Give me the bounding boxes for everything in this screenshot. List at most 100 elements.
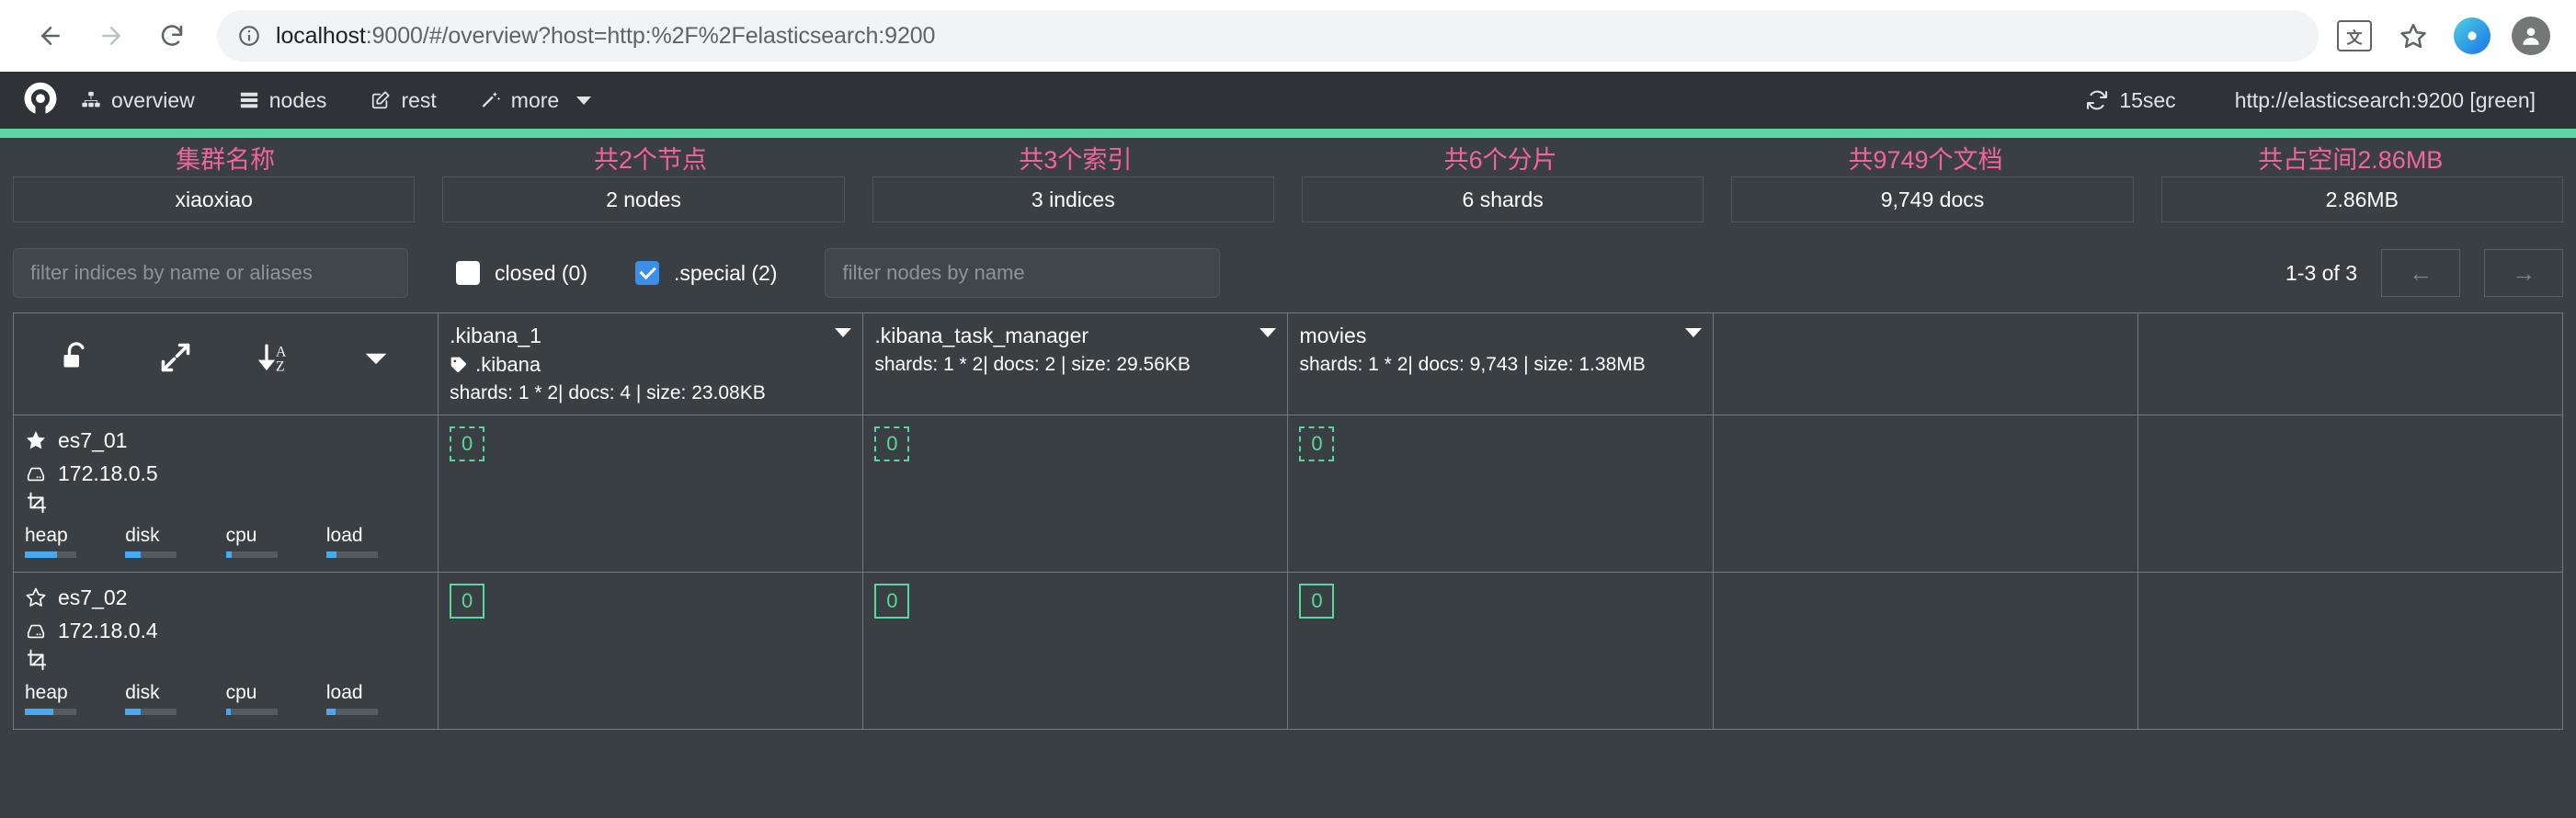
metric-label: disk: [125, 523, 225, 548]
metric-bar: [125, 709, 177, 715]
shard-badge[interactable]: 0: [450, 584, 484, 619]
annotation-shards: 共6个分片: [1288, 140, 1713, 176]
expand-arrows-icon[interactable]: [159, 341, 192, 374]
cerebro-logo[interactable]: [20, 80, 61, 120]
forward-arrow-icon: [97, 22, 125, 50]
caret-down-icon[interactable]: [1685, 328, 1702, 337]
closed-checkbox[interactable]: [456, 261, 480, 285]
cluster-table: AZ .kibana_1 .kiban: [13, 312, 2563, 730]
closed-label: closed (0): [495, 261, 587, 286]
nav-item-more[interactable]: more: [459, 72, 613, 129]
empty-cell: [2137, 415, 2562, 572]
shard-badge[interactable]: 0: [450, 426, 484, 461]
node-info-cell[interactable]: es7_02 172.18.0.4: [14, 572, 439, 729]
data-node-icon: [25, 492, 49, 516]
shard-badge[interactable]: 0: [1299, 426, 1334, 461]
nav-item-overview[interactable]: overview: [81, 72, 217, 129]
empty-cell: [2137, 572, 2562, 729]
table-corner-cell: AZ: [14, 313, 439, 415]
sitemap-icon: [81, 90, 101, 110]
metric-disk[interactable]: disk: [125, 680, 225, 715]
cluster-url-label[interactable]: http://elasticsearch:9200 [green]: [2211, 88, 2556, 113]
pagination-prev-button[interactable]: ←: [2381, 249, 2460, 297]
url-text: localhost:9000/#/overview?host=http:%2F%…: [276, 23, 935, 50]
address-bar[interactable]: localhost:9000/#/overview?host=http:%2F%…: [217, 10, 2319, 62]
cluster-health-bar: [0, 129, 2576, 138]
caret-down-icon[interactable]: [1260, 328, 1276, 337]
metric-heap[interactable]: heap: [25, 680, 125, 715]
pagination: 1-3 of 3 ← →: [2285, 249, 2563, 297]
translate-button[interactable]: 文: [2331, 13, 2377, 59]
index-header-cell[interactable]: .kibana_1 .kibana shards: 1 * 2| docs: 4…: [439, 313, 863, 415]
sort-alpha-down-icon[interactable]: AZ: [257, 339, 294, 376]
annotation-indices: 共3个索引: [863, 140, 1288, 176]
empty-header-cell: [2137, 313, 2562, 415]
nav-item-rest[interactable]: rest: [348, 72, 458, 129]
node-role-line: [25, 492, 427, 516]
nav-item-nodes[interactable]: nodes: [217, 72, 349, 129]
node-row: es7_02 172.18.0.4: [14, 572, 2563, 729]
empty-cell: [1713, 572, 2137, 729]
nav-label-nodes: nodes: [269, 72, 327, 129]
profile-button[interactable]: [2508, 13, 2554, 59]
shard-cell[interactable]: 0: [439, 415, 863, 572]
shard-cell[interactable]: 0: [863, 415, 1288, 572]
svg-text:Z: Z: [276, 358, 285, 374]
special-filter-toggle[interactable]: .special (2): [635, 261, 777, 286]
star-outline-icon[interactable]: [25, 586, 47, 608]
stat-nodes: 2 nodes: [442, 176, 844, 222]
index-name: movies: [1299, 323, 1701, 349]
extension-button[interactable]: [2449, 13, 2495, 59]
empty-header-cell: [1713, 313, 2137, 415]
metric-load[interactable]: load: [326, 680, 427, 715]
caret-down-icon[interactable]: [835, 328, 851, 337]
shard-cell[interactable]: 0: [863, 572, 1288, 729]
metric-bar: [125, 551, 177, 558]
annotation-size: 共占空间2.86MB: [2138, 140, 2563, 176]
navbar-right: 15sec http://elasticsearch:9200 [green]: [2062, 88, 2556, 113]
indices-filter-input[interactable]: [13, 248, 408, 298]
star-filled-icon[interactable]: [25, 429, 47, 451]
metric-load[interactable]: load: [326, 523, 427, 558]
metric-bar: [326, 551, 378, 558]
info-circle-icon[interactable]: [237, 24, 261, 48]
special-label: .special (2): [674, 261, 777, 286]
index-meta: shards: 1 * 2| docs: 4 | size: 23.08KB: [450, 381, 851, 406]
metric-disk[interactable]: disk: [125, 523, 225, 558]
annotation-docs: 共9749个文档: [1713, 140, 2137, 176]
forward-button[interactable]: [83, 7, 140, 64]
refresh-icon: [2086, 89, 2108, 111]
special-checkbox[interactable]: [635, 261, 659, 285]
shard-cell[interactable]: 0: [439, 572, 863, 729]
index-name: .kibana_1: [450, 323, 851, 349]
shard-cell[interactable]: 0: [1288, 572, 1713, 729]
nav-label-rest: rest: [401, 72, 436, 129]
browser-toolbar: localhost:9000/#/overview?host=http:%2F%…: [0, 0, 2576, 72]
metric-label: heap: [25, 523, 125, 548]
translate-glyph: 文: [2347, 25, 2363, 48]
metric-heap[interactable]: heap: [25, 523, 125, 558]
refresh-interval-selector[interactable]: 15sec: [2062, 88, 2210, 113]
shard-badge[interactable]: 0: [874, 426, 909, 461]
closed-filter-toggle[interactable]: closed (0): [456, 261, 587, 286]
back-button[interactable]: [22, 7, 79, 64]
reload-button[interactable]: [143, 7, 200, 64]
metric-label: load: [326, 680, 427, 705]
bookmark-button[interactable]: [2390, 13, 2436, 59]
metric-cpu[interactable]: cpu: [226, 523, 326, 558]
unlock-icon[interactable]: [60, 341, 93, 374]
shard-cell[interactable]: 0: [1288, 415, 1713, 572]
shard-badge[interactable]: 0: [1299, 584, 1334, 619]
index-header-cell[interactable]: movies shards: 1 * 2| docs: 9,743 | size…: [1288, 313, 1713, 415]
nav-label-more: more: [511, 72, 559, 129]
caret-down-icon[interactable]: [360, 342, 392, 373]
index-header-cell[interactable]: .kibana_task_manager shards: 1 * 2| docs…: [863, 313, 1288, 415]
nodes-filter-input[interactable]: [825, 248, 1220, 298]
shard-badge[interactable]: 0: [874, 584, 909, 619]
metric-cpu[interactable]: cpu: [226, 680, 326, 715]
pagination-next-button[interactable]: →: [2484, 249, 2563, 297]
index-meta: shards: 1 * 2| docs: 9,743 | size: 1.38M…: [1299, 352, 1701, 378]
stat-size: 2.86MB: [2161, 176, 2563, 222]
browser-actions: 文: [2331, 13, 2554, 59]
node-info-cell[interactable]: es7_01 172.18.0.5: [14, 415, 439, 572]
